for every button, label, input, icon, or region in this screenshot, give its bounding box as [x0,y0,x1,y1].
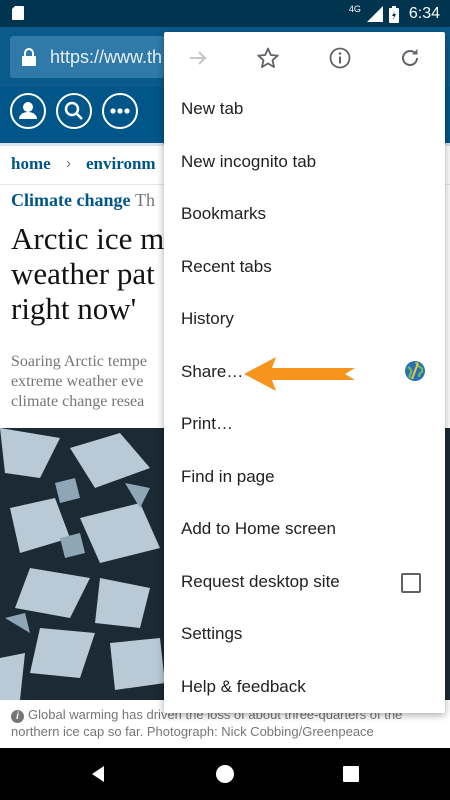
lock-icon [22,48,36,66]
profile-icon [19,102,37,119]
menu-item-label: New tab [181,99,244,118]
network-type-label: 4G [348,4,361,14]
menu-icon-row [164,32,445,84]
menu-item-new-tab[interactable]: New tab [164,84,445,136]
menu-item-label: Recent tabs [181,257,272,276]
recents-icon[interactable] [342,765,360,783]
status-bar: 4G 6:34 [0,0,450,27]
home-icon[interactable] [215,764,235,784]
menu-item-label: Help & feedback [181,677,306,696]
search-button[interactable] [56,93,92,129]
info-icon: i [11,710,24,723]
kicker-continuation: Th [134,190,155,210]
chevron-right-icon: › [66,155,71,172]
menu-item-help-feedback[interactable]: Help & feedback [164,662,445,714]
info-icon[interactable] [328,46,352,70]
search-icon [64,101,83,120]
sd-card-icon [12,6,24,20]
request-desktop-checkbox[interactable] [401,573,421,593]
menu-item-label: New incognito tab [181,152,317,171]
breadcrumb-environment[interactable]: environm [86,154,156,174]
menu-item-label: Share… [181,362,244,381]
menu-item-label: Settings [181,624,243,643]
menu-item-settings[interactable]: Settings [164,609,445,661]
menu-item-label: Bookmarks [181,204,267,223]
menu-item-print[interactable]: Print… [164,399,445,451]
menu-item-label: Request desktop site [181,572,340,591]
menu-item-new-incognito-tab[interactable]: New incognito tab [164,137,445,189]
menu-item-recent-tabs[interactable]: Recent tabs [164,242,445,294]
share-app-globe-icon[interactable] [404,360,426,382]
menu-item-request-desktop-site[interactable]: Request desktop site [164,557,445,609]
url-text: https://www.th [50,47,163,67]
breadcrumb-home[interactable]: home [11,154,51,174]
menu-item-find-in-page[interactable]: Find in page [164,452,445,504]
signal-icon [366,6,383,22]
menu-item-label: Print… [181,414,233,433]
reload-icon[interactable] [398,46,422,70]
forward-arrow-icon[interactable] [186,46,210,70]
more-dots-icon [110,108,130,114]
menu-item-label: History [181,309,234,328]
star-icon[interactable] [256,46,280,70]
account-button[interactable] [10,93,46,129]
kicker-label[interactable]: Climate change [11,190,130,210]
menu-item-history[interactable]: History [164,294,445,346]
menu-item-label: Find in page [181,467,275,486]
menu-item-add-to-home-screen[interactable]: Add to Home screen [164,504,445,556]
menu-item-label: Add to Home screen [181,519,336,538]
clock: 6:34 [408,5,440,22]
back-icon[interactable] [88,764,108,784]
system-navigation-bar [0,748,450,800]
annotation-arrow-icon [244,357,355,391]
menu-item-bookmarks[interactable]: Bookmarks [164,189,445,241]
battery-icon [388,5,399,23]
section-kicker: Climate change Th [11,190,155,211]
more-button[interactable] [102,93,138,129]
